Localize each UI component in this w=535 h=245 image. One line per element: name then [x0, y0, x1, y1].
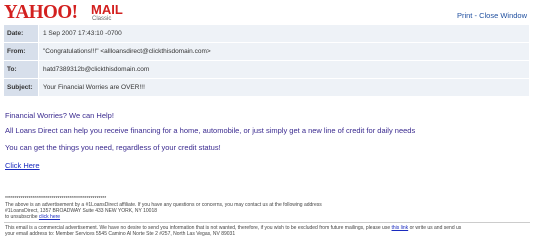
footer-line-1-suffix: or write us and send us — [408, 225, 462, 231]
header-row-subject: Subject: Your Financial Worries are OVER… — [4, 79, 529, 96]
from-value: "Congratulations!!!" <allloansdirect@cli… — [39, 43, 529, 60]
classic-label: Classic — [92, 16, 112, 22]
to-value: hatd7389312b@clickthisdomain.com — [39, 61, 529, 78]
click-here-link[interactable]: Click Here — [5, 161, 40, 170]
yahoo-mail-logo: YAHOO! MAIL Classic — [4, 1, 123, 23]
unsubscribe-prefix: to unsubscribe — [5, 214, 39, 220]
header-row-date: Date: 1 Sep 2007 17:43:10 -0700 — [4, 25, 529, 42]
close-window-link[interactable]: Close Window — [479, 11, 527, 20]
footer: This email is a commercial advertisement… — [5, 225, 530, 237]
subject-value: Your Financial Worries are OVER!!! — [39, 79, 529, 96]
print-link[interactable]: Print — [457, 11, 472, 20]
disclaimer-unsubscribe: to unsubscribe click here — [5, 214, 525, 220]
print-close-links: Print - Close Window — [457, 11, 527, 20]
exclude-link[interactable]: this link — [392, 225, 409, 231]
subject-label: Subject: — [4, 79, 39, 96]
from-label: From: — [4, 43, 39, 60]
footer-line-2: your email address to: Member Services 5… — [5, 231, 236, 237]
footer-divider — [4, 222, 530, 223]
to-label: To: — [4, 61, 39, 78]
body-paragraph-1: All Loans Direct can help you receive fi… — [5, 126, 416, 135]
disclaimer: ****************************************… — [5, 196, 525, 220]
message-header: Date: 1 Sep 2007 17:43:10 -0700 From: "C… — [4, 25, 529, 97]
top-bar: YAHOO! MAIL Classic Print - Close Window — [0, 0, 535, 25]
body-paragraph-2: You can get the things you need, regardl… — [5, 143, 221, 152]
body-heading: Financial Worries? We can Help! — [5, 111, 114, 120]
header-row-from: From: "Congratulations!!!" <allloansdire… — [4, 43, 529, 60]
unsubscribe-link[interactable]: click here — [39, 214, 60, 220]
date-label: Date: — [4, 25, 39, 42]
mail-logo-text: MAIL — [91, 2, 123, 17]
date-value: 1 Sep 2007 17:43:10 -0700 — [39, 25, 529, 42]
header-row-to: To: hatd7389312b@clickthisdomain.com — [4, 61, 529, 78]
yahoo-logo-text: YAHOO! — [4, 1, 78, 23]
